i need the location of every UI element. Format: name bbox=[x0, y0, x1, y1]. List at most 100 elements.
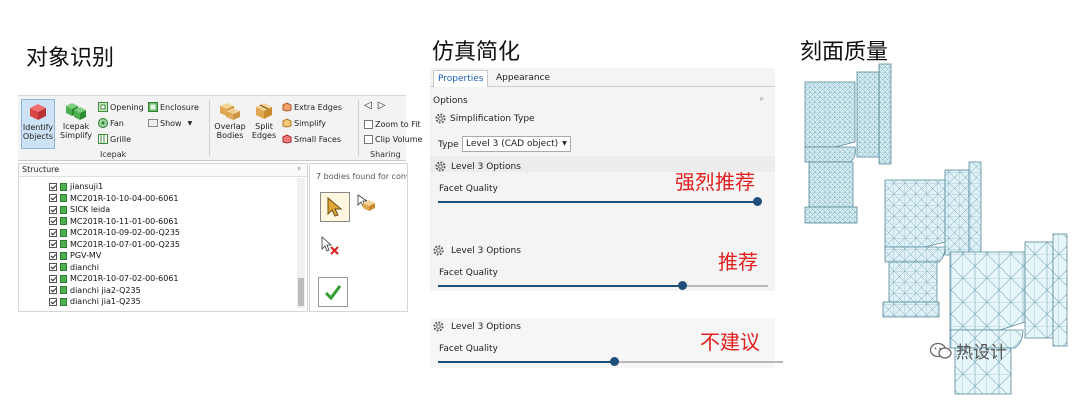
facet-quality-label: Facet Quality bbox=[439, 344, 498, 354]
visibility-checkbox[interactable] bbox=[49, 182, 57, 191]
type-select[interactable]: Level 3 (CAD object) ▼ bbox=[462, 136, 571, 152]
visibility-checkbox[interactable] bbox=[49, 205, 57, 214]
grille-icon bbox=[98, 134, 108, 144]
tree-item[interactable]: MC201R-10-07-02-00-6061 bbox=[49, 274, 179, 283]
tree-item-label: SICK leida bbox=[70, 205, 111, 214]
visibility-checkbox[interactable] bbox=[49, 240, 57, 248]
tree-item[interactable]: MC201R-10-07-01-00-Q235 bbox=[49, 240, 180, 249]
select-tool-button[interactable] bbox=[320, 192, 350, 222]
show-icon bbox=[148, 119, 158, 127]
watermark-text: 热设计 bbox=[956, 343, 1007, 363]
pin-icon[interactable]: ᵖ bbox=[298, 164, 301, 176]
history-nav: ◁ ▷ bbox=[364, 100, 385, 111]
zoom-to-fit-box[interactable] bbox=[364, 120, 373, 129]
small-faces-label: Small Faces bbox=[294, 134, 342, 144]
recommendation-tag: 推荐 bbox=[718, 250, 758, 274]
show-dropdown[interactable]: Show ▼ bbox=[148, 118, 192, 128]
visibility-checkbox[interactable] bbox=[49, 194, 57, 202]
tree-item-label: MC201R-10-11-01-00-6061 bbox=[70, 216, 179, 226]
tree-item[interactable]: jiansuji1 bbox=[49, 182, 103, 191]
grille-button[interactable]: Grille bbox=[98, 134, 131, 144]
tree-item[interactable]: MC201R-10-09-02-00-Q235 bbox=[49, 228, 180, 237]
split-edges-icon bbox=[256, 103, 272, 119]
tree-item[interactable]: SICK leida bbox=[49, 205, 110, 214]
opening-button[interactable]: Opening bbox=[98, 102, 144, 112]
cursor-arrow-icon bbox=[327, 197, 343, 217]
fan-button[interactable]: Fan bbox=[98, 118, 124, 128]
visibility-checkbox[interactable] bbox=[49, 297, 57, 306]
overlap-bodies-label: Overlap Bodies bbox=[214, 122, 246, 140]
tool-guide-panel: 7 bodies found for conve bbox=[309, 163, 408, 312]
tree-item-label: dianchi jia1-Q235 bbox=[70, 297, 141, 306]
extra-edges-icon bbox=[282, 102, 292, 112]
structure-title: Structure bbox=[22, 165, 60, 174]
identify-objects-button[interactable]: Identify Objects bbox=[21, 99, 55, 149]
facet-quality-slider-thumb[interactable] bbox=[610, 357, 619, 366]
arrow-right-icon[interactable]: ▷ bbox=[378, 100, 386, 111]
select-bodies-button[interactable] bbox=[356, 194, 378, 216]
overlap-bodies-button[interactable]: Overlap Bodies bbox=[213, 99, 247, 149]
clip-volume-box[interactable] bbox=[364, 135, 373, 144]
confirm-button[interactable] bbox=[318, 277, 348, 307]
fan-label: Fan bbox=[110, 118, 124, 128]
body-cube-icon bbox=[60, 251, 67, 260]
visibility-checkbox[interactable] bbox=[49, 286, 57, 294]
small-faces-button[interactable]: Small Faces bbox=[282, 134, 341, 144]
exclude-button[interactable] bbox=[320, 236, 340, 260]
tree-item[interactable]: dianchi jia1-Q235 bbox=[49, 297, 141, 306]
type-label: Type bbox=[438, 140, 459, 150]
split-edges-button[interactable]: Split Edges bbox=[249, 99, 279, 149]
tree-item[interactable]: PGV-MV bbox=[49, 251, 101, 260]
tree-item-label: MC201R-10-07-01-00-Q235 bbox=[70, 239, 181, 249]
heading-object-identification: 对象识别 bbox=[26, 46, 115, 71]
structure-panel: Structure ᵖ jiansuji1 MC201R-10-10-04-00-… bbox=[18, 163, 308, 312]
recommendation-tag: 不建议 bbox=[700, 330, 760, 354]
gear-icon bbox=[433, 245, 444, 256]
facet-quality-slider-thumb[interactable] bbox=[678, 281, 687, 290]
ribbon-separator bbox=[209, 100, 210, 156]
arrow-left-icon[interactable]: ◁ bbox=[364, 100, 372, 111]
opening-icon bbox=[98, 102, 108, 112]
facet-quality-label: Facet Quality bbox=[439, 184, 498, 194]
structure-header: Structure ᵖ bbox=[19, 164, 307, 177]
heading-simulation-simplification: 仿真简化 bbox=[432, 40, 521, 65]
gear-icon bbox=[435, 161, 446, 172]
tree-item-label: jiansuji1 bbox=[70, 182, 104, 191]
visibility-checkbox[interactable] bbox=[49, 263, 57, 271]
recommendation-tag: 强烈推荐 bbox=[675, 170, 755, 194]
opening-label: Opening bbox=[110, 102, 144, 112]
identify-objects-label: Identify Objects bbox=[22, 123, 54, 141]
zoom-to-fit-checkbox[interactable]: Zoom to Fit bbox=[364, 120, 421, 129]
visibility-checkbox[interactable] bbox=[49, 217, 57, 225]
body-cube-icon bbox=[60, 297, 67, 306]
scrollbar-thumb[interactable] bbox=[298, 278, 304, 306]
small-faces-icon bbox=[282, 134, 292, 144]
tab-appearance[interactable]: Appearance bbox=[492, 70, 554, 86]
enclosure-button[interactable]: Enclosure bbox=[148, 102, 199, 112]
overlap-bodies-icon bbox=[220, 103, 240, 120]
visibility-checkbox[interactable] bbox=[49, 228, 57, 237]
body-cube-icon bbox=[60, 217, 67, 225]
tree-item[interactable]: dianchi bbox=[49, 263, 99, 272]
simplification-type-heading: Simplification Type bbox=[450, 114, 535, 124]
body-cube-icon bbox=[60, 194, 67, 202]
clip-volume-checkbox[interactable]: Clip Volume bbox=[364, 135, 422, 144]
visibility-checkbox[interactable] bbox=[49, 251, 57, 260]
icepak-simplify-button[interactable]: Icepak Simplify bbox=[58, 99, 94, 149]
simplify-button[interactable]: Simplify bbox=[282, 118, 326, 128]
extra-edges-button[interactable]: Extra Edges bbox=[282, 102, 342, 112]
facet-quality-slider-thumb[interactable] bbox=[753, 197, 762, 206]
structure-scrollbar[interactable] bbox=[297, 178, 305, 308]
tree-item-label: MC201R-10-07-02-00-6061 bbox=[70, 274, 179, 283]
tree-item[interactable]: MC201R-10-11-01-00-6061 bbox=[49, 217, 179, 226]
properties-tab-bar: Properties Appearance bbox=[430, 70, 775, 87]
zoom-to-fit-label: Zoom to Fit bbox=[375, 120, 421, 129]
tree-item[interactable]: dianchi jia2-Q235 bbox=[49, 286, 141, 295]
tab-properties[interactable]: Properties bbox=[433, 70, 489, 87]
visibility-checkbox[interactable] bbox=[49, 274, 57, 283]
tree-item-label: dianchi jia2-Q235 bbox=[70, 285, 141, 295]
identify-objects-icon bbox=[30, 104, 46, 120]
pin-icon[interactable]: ᵖ bbox=[760, 96, 764, 106]
extra-edges-label: Extra Edges bbox=[294, 102, 342, 112]
tree-item[interactable]: MC201R-10-10-04-00-6061 bbox=[49, 194, 179, 203]
